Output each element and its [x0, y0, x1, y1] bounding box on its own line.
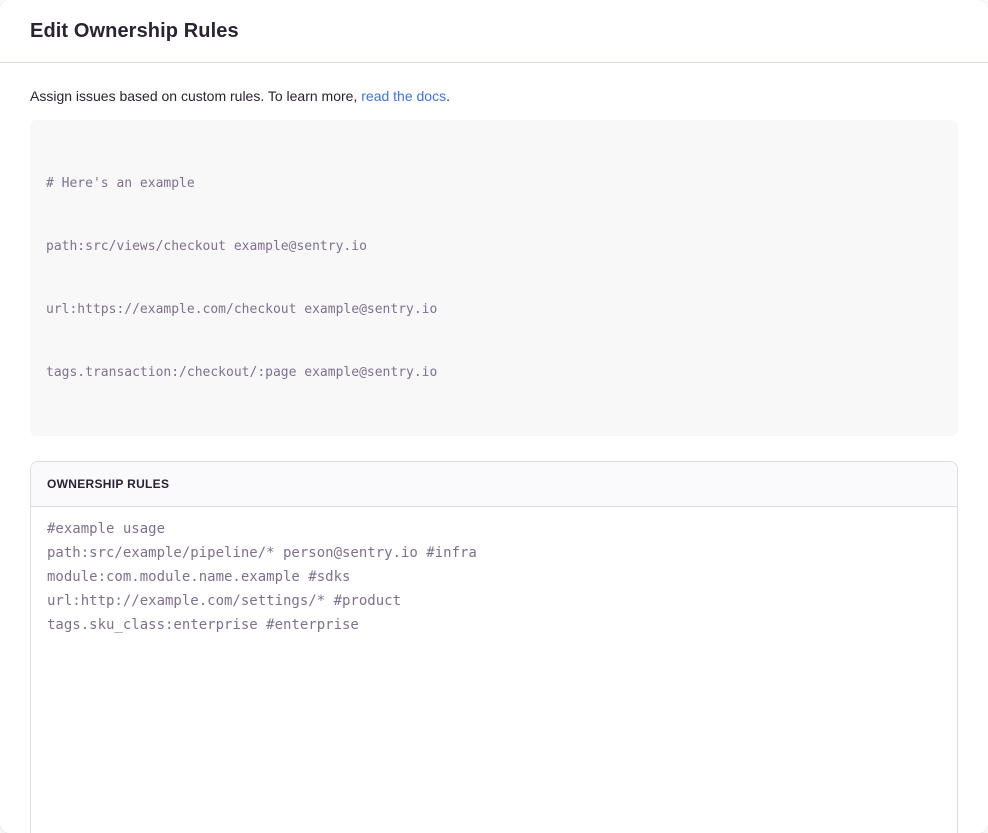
example-code-line: # Here's an example	[46, 173, 942, 194]
read-the-docs-link[interactable]: read the docs	[361, 88, 446, 104]
ownership-rules-panel-body	[31, 507, 957, 833]
dialog-title: Edit Ownership Rules	[30, 20, 239, 43]
intro-text-before-link: Assign issues based on custom rules. To …	[30, 88, 361, 104]
example-code-line: path:src/views/checkout example@sentry.i…	[46, 236, 942, 257]
example-code-line: tags.transaction:/checkout/:page example…	[46, 362, 942, 383]
ownership-rules-panel-header: OWNERSHIP RULES	[31, 462, 957, 507]
example-code-block: # Here's an example path:src/views/check…	[30, 120, 958, 436]
ownership-rules-panel: OWNERSHIP RULES	[30, 461, 958, 833]
dialog-header: Edit Ownership Rules	[0, 0, 988, 63]
example-code-line: url:https://example.com/checkout example…	[46, 299, 942, 320]
intro-text-after-link: .	[446, 88, 450, 104]
dialog-body: Assign issues based on custom rules. To …	[0, 63, 988, 833]
intro-text: Assign issues based on custom rules. To …	[30, 86, 958, 106]
ownership-rules-textarea[interactable]	[31, 507, 957, 833]
edit-ownership-rules-dialog: Edit Ownership Rules Assign issues based…	[0, 0, 988, 833]
